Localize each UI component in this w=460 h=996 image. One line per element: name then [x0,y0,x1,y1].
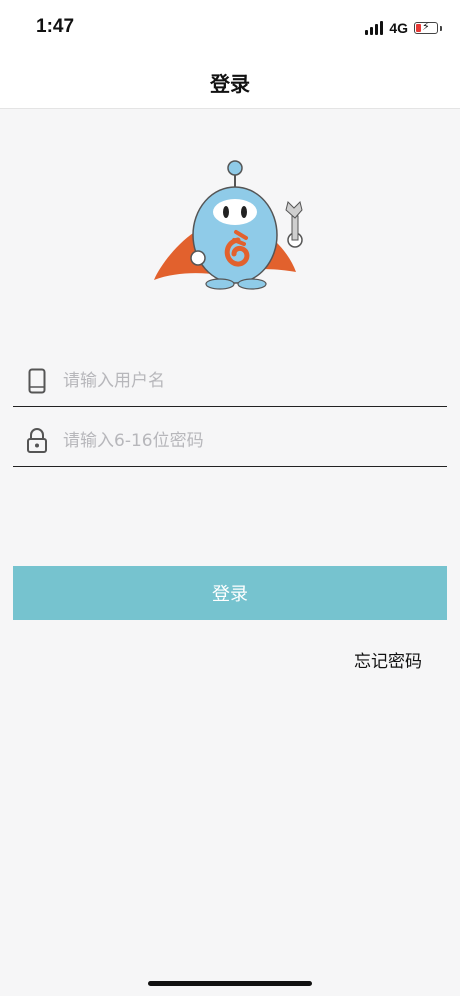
battery-icon: ⚡ [414,20,438,34]
status-time: 1:47 [36,16,75,37]
status-bar: 1:47 4G ⚡ [0,0,460,56]
page-title: 登录 [210,71,250,96]
lock-icon [25,427,49,455]
phone-icon [25,367,49,395]
username-field-row [13,356,447,407]
home-indicator [148,981,312,986]
robot-mascot-logo [150,160,310,300]
password-field-row [13,416,447,467]
signal-icon [365,21,384,35]
network-type: 4G [389,20,408,36]
username-input[interactable] [63,371,447,391]
battery-tip [440,25,442,31]
password-input[interactable] [63,431,447,451]
status-indicators: 4G ⚡ [365,18,442,38]
navigation-bar: 登录 [0,56,460,109]
forgot-password-link[interactable]: 忘记密码 [354,647,422,672]
login-button[interactable]: 登录 [13,566,447,620]
